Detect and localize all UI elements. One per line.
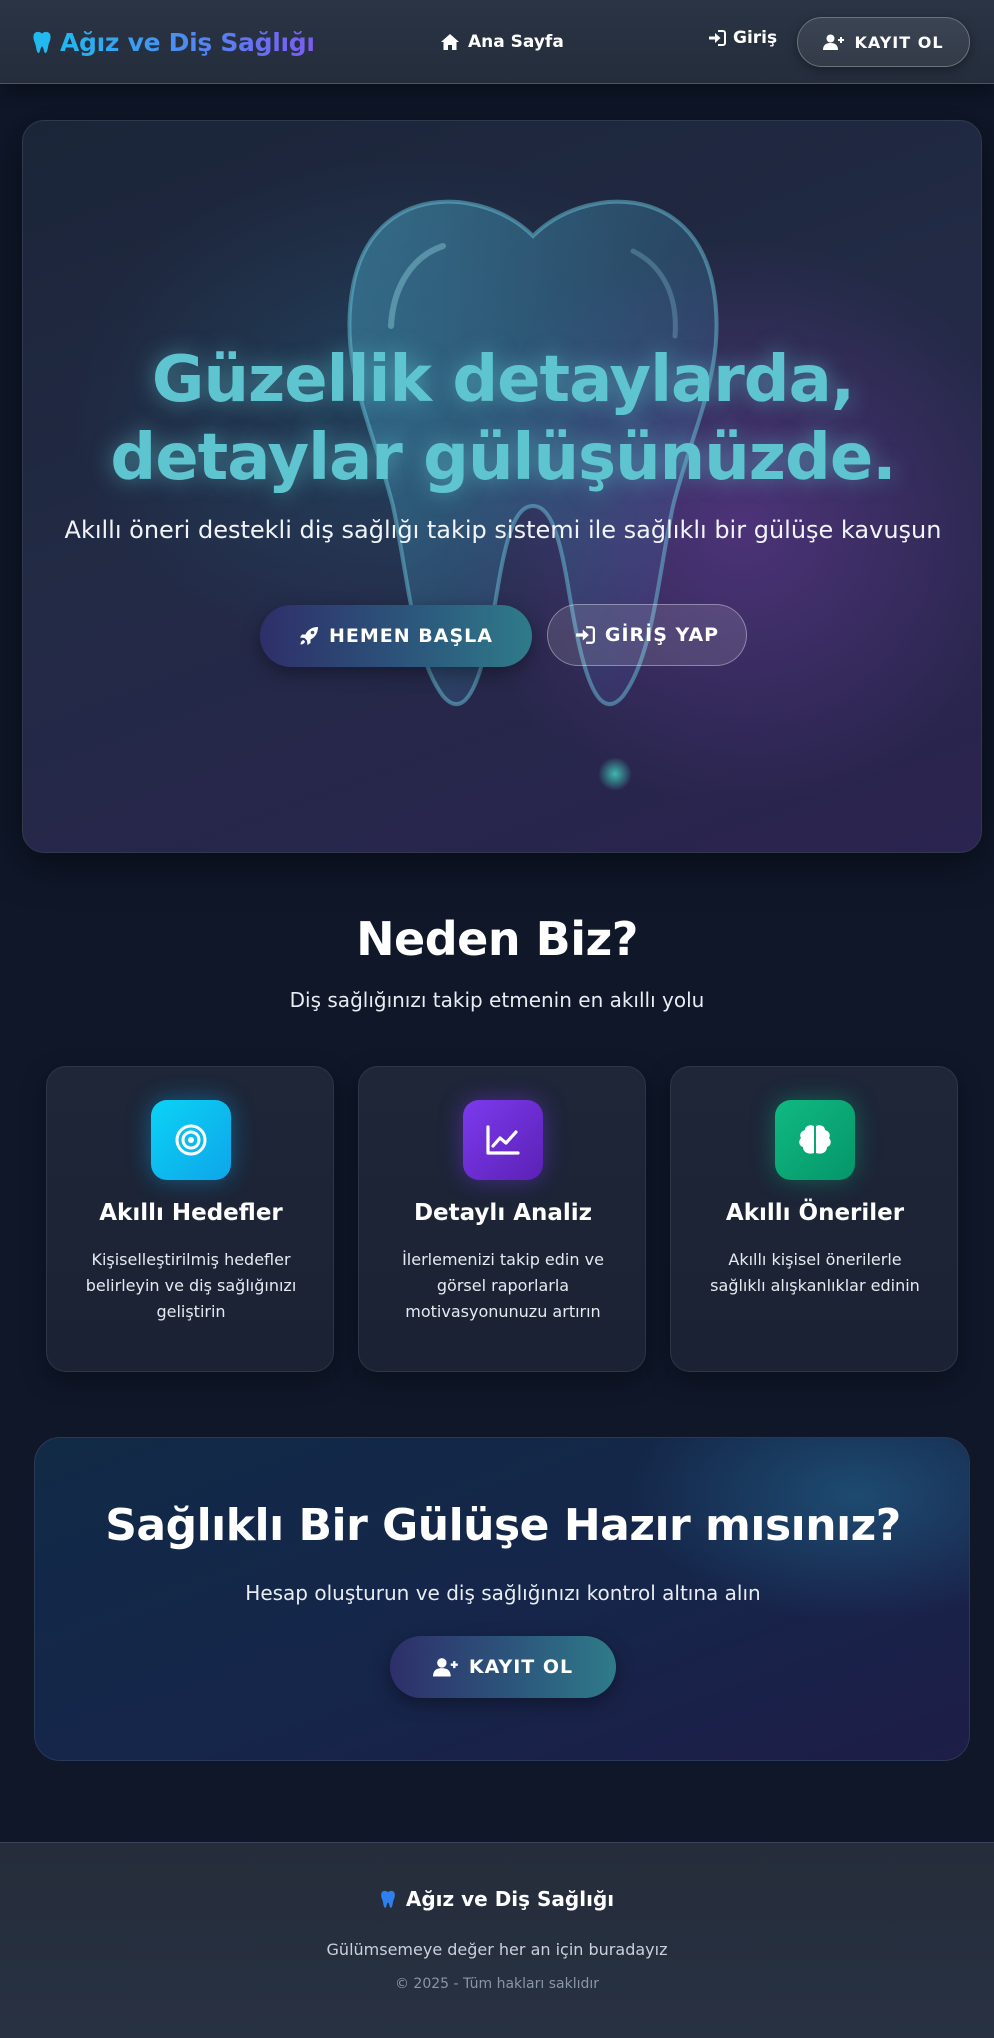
- nav-register-label: KAYIT OL: [854, 32, 944, 52]
- target-icon: [151, 1100, 231, 1180]
- hero-subtitle: Akıllı öneri destekli diş sağlığı takip …: [64, 516, 942, 544]
- home-icon: [440, 33, 460, 51]
- rocket-icon: [299, 626, 319, 646]
- brain-icon: [775, 1100, 855, 1180]
- footer-brand: Ağız ve Diş Sağlığı: [0, 1887, 994, 1911]
- user-plus-icon: [432, 1657, 459, 1677]
- nav-login-link[interactable]: Giriş: [708, 24, 777, 52]
- nav-home-label: Ana Sayfa: [468, 32, 564, 52]
- start-button-label: HEMEN BAŞLA: [329, 625, 493, 647]
- cta-register-label: KAYIT OL: [468, 1656, 574, 1678]
- user-plus-icon: [823, 34, 845, 50]
- footer: Ağız ve Diş Sağlığı Gülümsemeye değer he…: [0, 1842, 994, 2038]
- feature-card-detailed-analysis: Detaylı Analiz İlerlemenizi takip edin v…: [358, 1066, 646, 1372]
- cta-section: Sağlıklı Bir Gülüşe Hazır mısınız? Hesap…: [34, 1437, 970, 1761]
- features-subtitle: Diş sağlığınızı takip etmenin en akıllı …: [289, 988, 705, 1012]
- tooth-icon: [380, 1889, 396, 1909]
- navbar: Ağız ve Diş Sağlığı Ana Sayfa Giriş KAYI…: [0, 0, 994, 84]
- hero-title-line-1: Güzellik detaylarda,: [151, 343, 855, 417]
- hero-title: Güzellik detaylarda, detaylar gülüşünüzd…: [23, 341, 981, 497]
- feature-card-title: Akıllı Hedefler: [99, 1200, 283, 1226]
- tooth-icon: [32, 30, 52, 54]
- feature-card-title: Detaylı Analiz: [413, 1200, 593, 1226]
- footer-copyright: © 2025 - Tüm hakları saklıdır: [394, 1976, 600, 1992]
- cta-register-button[interactable]: KAYIT OL: [390, 1636, 616, 1698]
- nav-login-label: Giriş: [733, 28, 778, 48]
- hero-section: Güzellik detaylarda, detaylar gülüşünüzd…: [22, 120, 982, 853]
- hero-title-line-2: detaylar gülüşünüzde.: [110, 421, 896, 495]
- glow-dot: [598, 757, 632, 791]
- feature-card-smart-suggestions: Akıllı Öneriler Akıllı kişisel önerilerl…: [670, 1066, 958, 1372]
- footer-tagline: Gülümsemeye değer her an için buradayız: [326, 1940, 668, 1959]
- sign-in-icon: [575, 626, 595, 644]
- nav-home-link[interactable]: Ana Sayfa: [440, 28, 564, 56]
- start-button[interactable]: HEMEN BAŞLA: [260, 605, 532, 667]
- feature-card-smart-goals: Akıllı Hedefler Kişiselleştirilmiş hedef…: [46, 1066, 334, 1372]
- cta-subtitle: Hesap oluşturun ve diş sağlığınızı kontr…: [245, 1581, 761, 1605]
- cta-title: Sağlıklı Bir Gülüşe Hazır mısınız?: [105, 1500, 901, 1551]
- features-title: Neden Biz?: [356, 912, 638, 966]
- brand-name: Ağız ve Diş Sağlığı: [60, 27, 315, 57]
- feature-card-description: İlerlemenizi takip edin ve görsel raporl…: [402, 1250, 604, 1321]
- hero-login-button[interactable]: GİRİŞ YAP: [547, 604, 747, 666]
- sign-in-icon: [708, 30, 726, 46]
- hero-login-label: GİRİŞ YAP: [604, 624, 720, 646]
- nav-register-button[interactable]: KAYIT OL: [797, 17, 970, 67]
- feature-card-title: Akıllı Öneriler: [725, 1200, 905, 1226]
- footer-brand-name: Ağız ve Diş Sağlığı: [405, 1887, 615, 1911]
- feature-card-description: Kişiselleştirilmiş hedefler belirleyin v…: [85, 1250, 297, 1321]
- brand-link[interactable]: Ağız ve Diş Sağlığı: [32, 25, 315, 59]
- feature-card-description: Akıllı kişisel önerilerle sağlıklı alışk…: [710, 1250, 920, 1295]
- chart-line-icon: [463, 1100, 543, 1180]
